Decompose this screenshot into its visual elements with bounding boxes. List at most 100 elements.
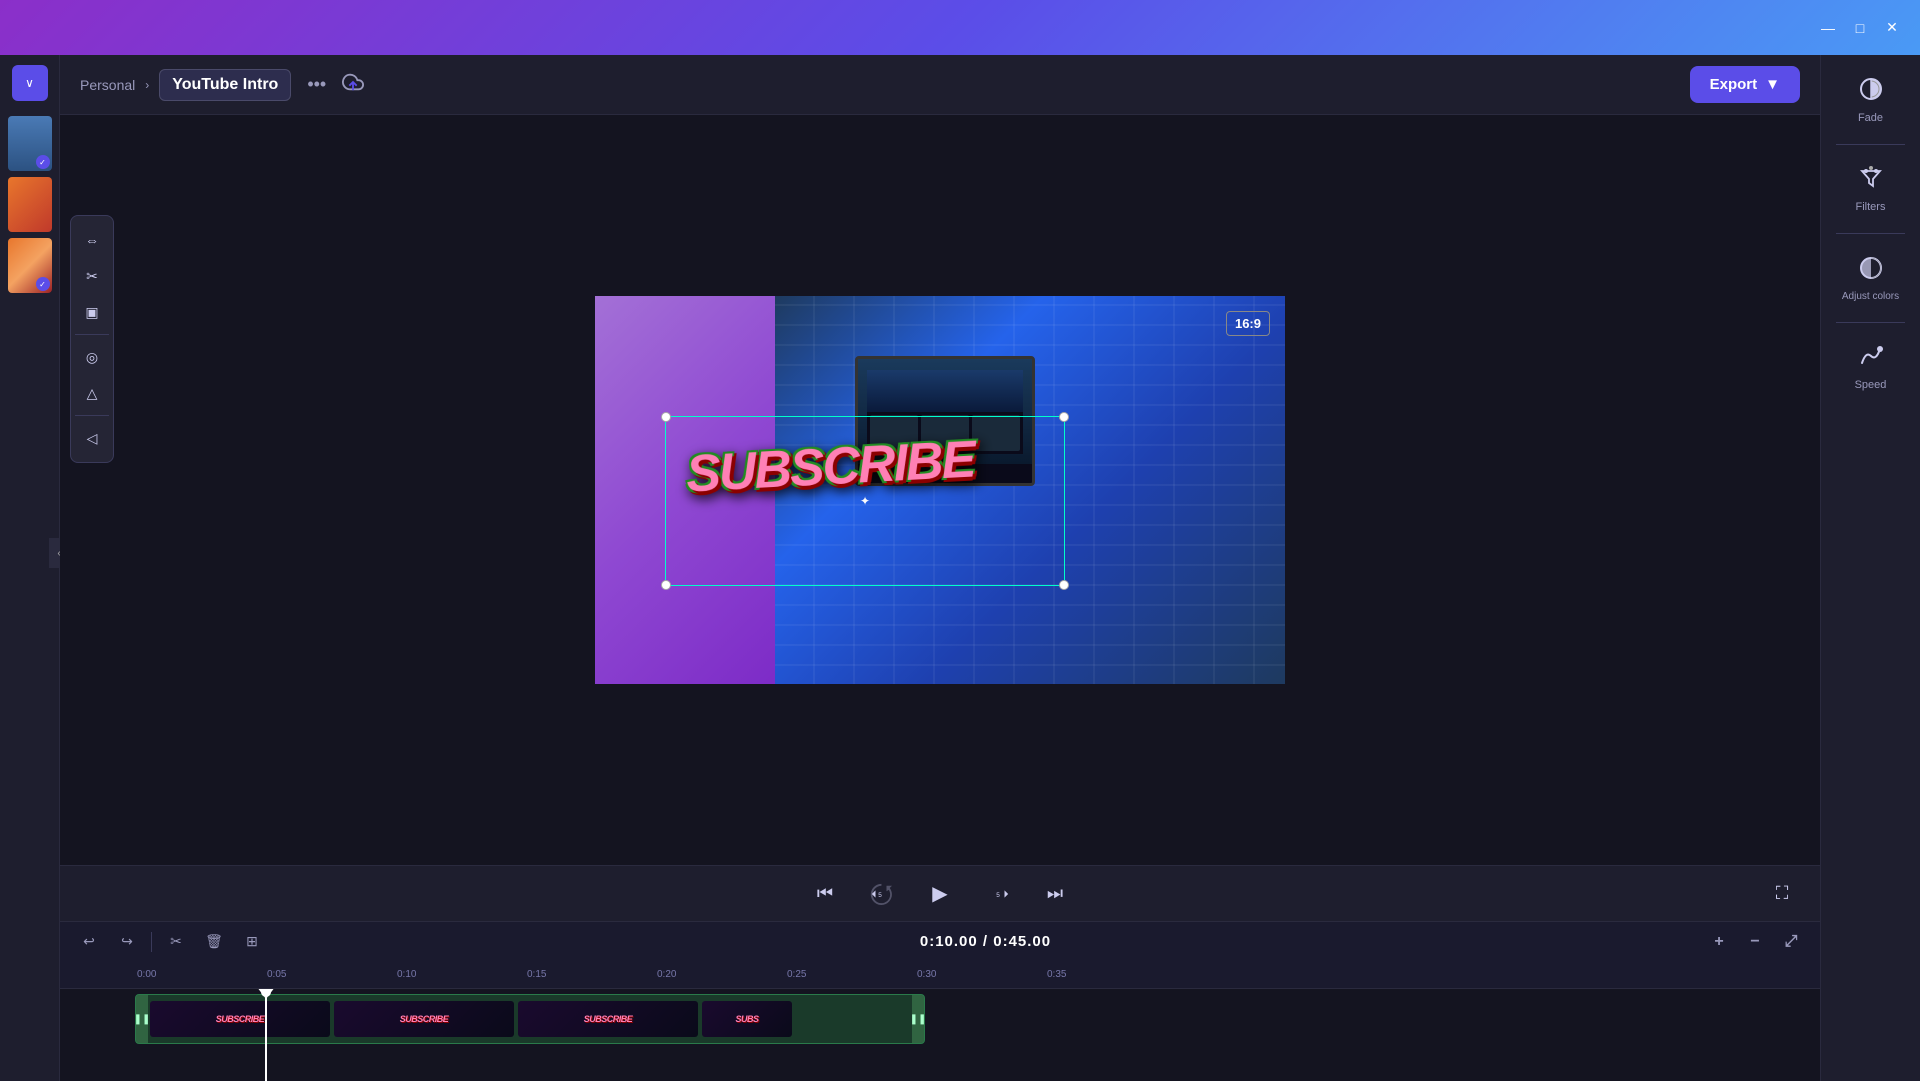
maximize-button[interactable]: □ xyxy=(1852,20,1868,36)
subscribe-element[interactable]: ✦ SUBSCRIBE xyxy=(665,416,1065,586)
sub-thumb-text-1: SUBSCRIBE xyxy=(216,1014,265,1024)
media-thumbnail-1[interactable] xyxy=(8,116,52,171)
sidebar-separator-3 xyxy=(1836,322,1905,323)
resize-handle-br[interactable] xyxy=(1059,580,1069,590)
timeline-header: ↩ ↪ ✂ 🗑 ⊞ 0:10.00 / 0:45.00 + − ⤢ xyxy=(60,921,1820,961)
speed-tool[interactable]: Speed xyxy=(1831,332,1911,402)
rotate-tool[interactable]: ◎ xyxy=(76,341,108,373)
media-panel: ∨ ‹ xyxy=(0,55,60,1081)
playhead[interactable] xyxy=(265,989,267,1081)
adjust-colors-label: Adjust colors xyxy=(1842,291,1899,302)
toolbar-separator-2 xyxy=(75,415,109,416)
fullscreen-button[interactable]: ⛶ xyxy=(1764,876,1800,912)
media-thumbnail-3[interactable] xyxy=(8,238,52,293)
cloud-sync-button[interactable] xyxy=(342,71,364,98)
playback-controls: ⏮ 5 ▶ 5 ⏭ ⛶ xyxy=(60,865,1820,921)
filters-label: Filters xyxy=(1856,201,1886,213)
right-sidebar: Fade Filters Adju xyxy=(1820,55,1920,1081)
adjust-colors-tool[interactable]: Adjust colors xyxy=(1831,243,1911,313)
panel-collapse-button[interactable]: ∨ xyxy=(12,65,48,101)
clip-handle-right[interactable]: ❚❚ xyxy=(912,995,924,1043)
svg-text:5: 5 xyxy=(996,891,1000,898)
rewind-5s-button[interactable]: 5 xyxy=(863,876,899,912)
time-display: 0:10.00 / 0:45.00 xyxy=(276,933,1695,950)
pause-icon: ❚❚ xyxy=(135,1014,150,1025)
title-bar: — □ ✕ xyxy=(0,0,1920,55)
export-label: Export xyxy=(1710,76,1758,93)
skip-to-end-button[interactable]: ⏭ xyxy=(1037,876,1073,912)
subscribe-thumb-2: SUBSCRIBE xyxy=(334,1001,514,1037)
zoom-in-button[interactable]: + xyxy=(1705,928,1733,956)
aspect-ratio-badge[interactable]: 16:9 xyxy=(1226,311,1270,336)
thumbnail-image-3 xyxy=(8,238,52,293)
ruler-label-1: 0:05 xyxy=(265,969,286,980)
speed-label: Speed xyxy=(1855,379,1887,391)
ruler-label-7: 0:35 xyxy=(1045,969,1066,980)
ruler-mark-3: 0:15 xyxy=(525,969,655,980)
resize-tool[interactable]: ⇔ xyxy=(76,224,108,256)
chevron-down-icon: ∨ xyxy=(25,76,34,90)
ruler-label-5: 0:25 xyxy=(785,969,806,980)
svg-text:5: 5 xyxy=(878,891,882,898)
thumbnail-image-2 xyxy=(8,177,52,232)
resize-handle-tr[interactable] xyxy=(1059,412,1069,422)
minimize-button[interactable]: — xyxy=(1820,20,1836,36)
delete-button[interactable]: 🗑 xyxy=(200,928,228,956)
thumbnail-image-1 xyxy=(8,116,52,171)
add-track-button[interactable]: ⊞ xyxy=(238,928,266,956)
ruler-mark-1: 0:05 xyxy=(265,969,395,980)
resize-handle-bl[interactable] xyxy=(661,580,671,590)
track-row-1: ❚❚ SUBSCRIBE SUBSCRIBE SUBSCRIBE xyxy=(60,989,1820,1049)
fade-label: Fade xyxy=(1858,112,1883,124)
crop-tool[interactable]: ✂ xyxy=(76,260,108,292)
close-button[interactable]: ✕ xyxy=(1884,20,1900,36)
undo-button[interactable]: ↩ xyxy=(75,928,103,956)
breadcrumb-separator: › xyxy=(145,78,149,92)
filters-tool[interactable]: Filters xyxy=(1831,154,1911,224)
more-options-button[interactable]: ••• xyxy=(301,70,332,99)
ruler-mark-2: 0:10 xyxy=(395,969,525,980)
sidebar-separator-2 xyxy=(1836,233,1905,234)
fade-icon xyxy=(1858,76,1884,108)
adjust-colors-icon xyxy=(1858,255,1884,287)
ruler-mark-4: 0:20 xyxy=(655,969,785,980)
export-button[interactable]: Export ▼ xyxy=(1690,66,1800,103)
project-title[interactable]: YouTube Intro xyxy=(159,69,291,101)
app-body: ∨ ‹ Personal › YouTube Intro ••• xyxy=(0,55,1920,1081)
track-clip-1[interactable]: ❚❚ SUBSCRIBE SUBSCRIBE SUBSCRIBE xyxy=(135,994,925,1044)
reverse-tool[interactable]: ◁ xyxy=(76,422,108,454)
top-bar: Personal › YouTube Intro ••• Export ▼ xyxy=(60,55,1820,115)
filters-icon xyxy=(1858,165,1884,197)
subscribe-thumbs: SUBSCRIBE SUBSCRIBE SUBSCRIBE SUBS xyxy=(150,1001,910,1037)
ruler-mark-5: 0:25 xyxy=(785,969,915,980)
sub-thumb-text-2: SUBSCRIBE xyxy=(400,1014,449,1024)
main-content: Personal › YouTube Intro ••• Export ▼ ⇔ xyxy=(60,55,1820,1081)
subscribe-thumb-4: SUBS xyxy=(702,1001,792,1037)
ruler-mark-7: 0:35 xyxy=(1045,969,1175,980)
rotate-handle[interactable]: ✦ xyxy=(860,494,870,508)
subscribe-thumb-1: SUBSCRIBE xyxy=(150,1001,330,1037)
resize-handle-tl[interactable] xyxy=(661,412,671,422)
skip-to-start-button[interactable]: ⏮ xyxy=(807,876,843,912)
ruler-mark-0: 0:00 xyxy=(135,969,265,980)
breadcrumb-personal[interactable]: Personal xyxy=(80,77,135,93)
zoom-out-button[interactable]: − xyxy=(1741,928,1769,956)
pause-icon-right: ❚❚ xyxy=(910,1014,925,1025)
cut-button[interactable]: ✂ xyxy=(162,928,190,956)
sub-thumb-text-3: SUBSCRIBE xyxy=(584,1014,633,1024)
export-dropdown-arrow: ▼ xyxy=(1765,76,1780,93)
display-tool[interactable]: ▣ xyxy=(76,296,108,328)
play-button[interactable]: ▶ xyxy=(919,873,961,915)
media-thumbnail-2[interactable] xyxy=(8,177,52,232)
forward-5s-button[interactable]: 5 xyxy=(981,876,1017,912)
fade-tool[interactable]: Fade xyxy=(1831,65,1911,135)
video-canvas: ✦ SUBSCRIBE 16:9 xyxy=(595,296,1285,684)
ruler-mark-6: 0:30 xyxy=(915,969,1045,980)
clip-handle-left[interactable]: ❚❚ xyxy=(136,995,148,1043)
subscribe-text: SUBSCRIBE xyxy=(685,429,976,504)
redo-button[interactable]: ↪ xyxy=(113,928,141,956)
sidebar-separator-1 xyxy=(1836,144,1905,145)
fit-timeline-button[interactable]: ⤢ xyxy=(1777,928,1805,956)
flip-tool[interactable]: △ xyxy=(76,377,108,409)
ruler-label-3: 0:15 xyxy=(525,969,546,980)
